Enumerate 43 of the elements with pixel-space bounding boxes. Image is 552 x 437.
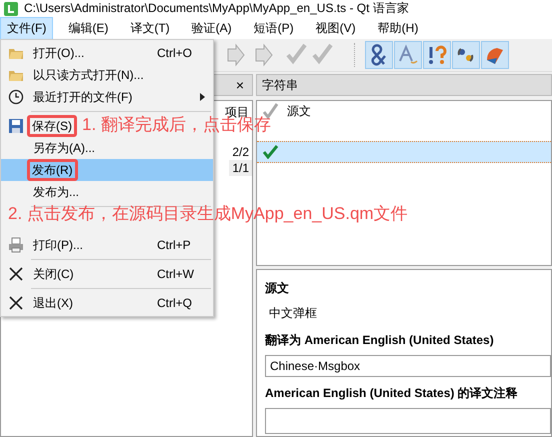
printer-icon [8, 237, 24, 253]
translation-field[interactable]: Chinese·Msgbox [265, 355, 551, 377]
phrase-icon[interactable] [481, 41, 509, 69]
ampersand-icon[interactable] [365, 41, 393, 69]
field-label: 翻译为 American English (United States) [265, 332, 495, 349]
menu-entry[interactable]: 以只读方式打开(N)... [1, 64, 150, 86]
table-cell-text: 2/2 [231, 144, 250, 160]
menu-entry[interactable]: 打开(O)... Ctrl+O [1, 42, 213, 64]
field-label: 源文 [265, 280, 290, 297]
menu-item[interactable]: 译文(T) [123, 16, 177, 40]
menu-item[interactable]: 验证(A) [184, 16, 239, 40]
menu-entry[interactable]: 发布(R) [1, 159, 213, 181]
menu-entry[interactable]: 发布为... [1, 181, 86, 203]
menu-item[interactable]: 短语(P) [246, 16, 301, 40]
close-icon [9, 296, 23, 310]
submenu-arrow-icon [200, 93, 205, 101]
menu-item[interactable]: 编辑(E) [61, 16, 116, 40]
string-row[interactable] [257, 141, 551, 163]
accelerator-icon[interactable] [394, 41, 422, 69]
clock-icon [8, 89, 24, 105]
panel-title: 字符串 [262, 76, 298, 94]
close-button[interactable]: × [234, 77, 246, 93]
table-cell: 1/1 [229, 160, 252, 176]
save-icon [8, 118, 24, 134]
punctuation-icon[interactable] [423, 41, 451, 69]
quotes-icon[interactable] [452, 41, 480, 69]
comment-field[interactable] [265, 408, 551, 434]
menu-item[interactable]: 文件(F) [0, 16, 54, 40]
column-header[interactable]: 源文 [287, 102, 311, 120]
menu-item[interactable]: 视图(V) [308, 16, 363, 40]
folder-icon [8, 68, 24, 82]
menu-entry[interactable]: 另存为(A)... [1, 137, 101, 159]
close-icon [9, 267, 23, 281]
check-icon [261, 145, 279, 159]
field-label: American English (United States) 的译文注释 [265, 385, 519, 402]
menu-entry[interactable]: 最近打开的文件(F) [1, 86, 213, 108]
source-text: 中文弹框 [268, 305, 318, 322]
menu-entry[interactable]: 退出(X) Ctrl+Q [1, 292, 213, 314]
menu-entry[interactable]: 关闭(C) Ctrl+W [1, 263, 213, 285]
menu-item[interactable]: 帮助(H) [370, 16, 426, 40]
folder-icon [8, 46, 24, 60]
window-title: C:\Users\Administrator\Documents\MyApp\MyApp_en_US.ts - Qt 语言家 [24, 0, 409, 17]
menu-entry[interactable]: 打印(P)... Ctrl+P [1, 234, 213, 256]
